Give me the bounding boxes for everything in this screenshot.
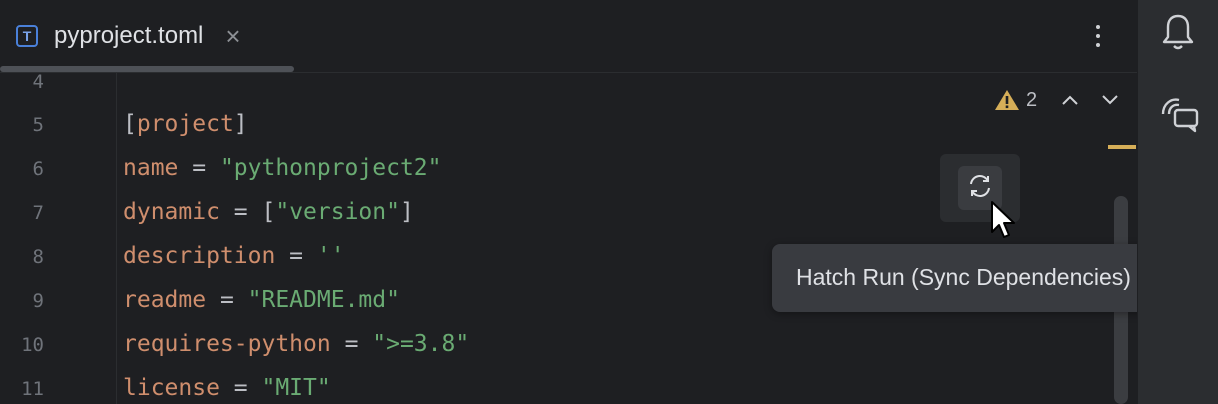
tab-title: pyproject.toml bbox=[54, 22, 204, 49]
chevron-down-icon[interactable] bbox=[1100, 92, 1120, 113]
toml-string: "version" bbox=[275, 199, 400, 225]
bell-icon[interactable] bbox=[1161, 12, 1195, 57]
code-line-6: name = "pythonproject2" bbox=[123, 155, 442, 181]
equals-sign: = bbox=[219, 199, 262, 225]
editor-area: T pyproject.toml × 4 5 6 7 8 9 10 11 [pr… bbox=[0, 0, 1216, 404]
code-line-9: readme = "README.md" bbox=[123, 287, 400, 313]
gutter-divider bbox=[116, 73, 117, 404]
code-line-10: requires-python = ">=3.8" bbox=[123, 331, 469, 357]
equals-sign: = bbox=[206, 287, 248, 313]
equals-sign: = bbox=[178, 155, 220, 181]
line-number: 8 bbox=[32, 246, 44, 268]
toml-string: "MIT" bbox=[261, 375, 331, 401]
equals-sign: = bbox=[330, 331, 373, 357]
toml-key: requires-python bbox=[123, 331, 331, 357]
toml-key: description bbox=[123, 243, 276, 269]
section-name: project bbox=[136, 111, 234, 137]
warning-count: 2 bbox=[1026, 88, 1038, 111]
toml-key: license bbox=[123, 375, 220, 401]
warning-icon bbox=[994, 88, 1020, 112]
line-number-gutter: 4 5 6 7 8 9 10 11 bbox=[0, 71, 118, 404]
right-tool-window-bar bbox=[1137, 0, 1218, 404]
line-number: 10 bbox=[21, 334, 44, 356]
inspection-widget[interactable]: 2 bbox=[994, 88, 1037, 112]
equals-sign: = bbox=[219, 375, 262, 401]
bracket: ] bbox=[399, 199, 414, 225]
toml-string: "pythonproject2" bbox=[219, 155, 442, 181]
chevron-up-icon[interactable] bbox=[1060, 92, 1080, 113]
line-number: 5 bbox=[32, 114, 44, 136]
line-number: 9 bbox=[32, 290, 44, 312]
code-line-5: [project] bbox=[123, 111, 248, 137]
mouse-pointer-icon bbox=[988, 200, 1018, 247]
editor-tab-bar: T pyproject.toml × bbox=[0, 0, 1137, 73]
tooltip-text: Hatch Run (Sync Dependencies) bbox=[796, 264, 1131, 290]
toml-file-icon: T bbox=[16, 25, 38, 47]
code-line-7: dynamic = ["version"] bbox=[123, 199, 414, 225]
equals-sign: = bbox=[275, 243, 317, 269]
bracket: [ bbox=[123, 111, 137, 137]
more-vertical-icon[interactable] bbox=[1084, 18, 1112, 54]
line-number: 4 bbox=[32, 71, 44, 93]
code-line-8: description = '' bbox=[123, 243, 345, 269]
tab-scroll-indicator bbox=[0, 66, 294, 72]
line-number: 7 bbox=[32, 202, 44, 224]
warning-stripe-mark[interactable] bbox=[1108, 145, 1136, 149]
line-number: 11 bbox=[21, 378, 44, 400]
toml-string: ">=3.8" bbox=[372, 331, 470, 357]
tab-pyproject-toml[interactable]: T pyproject.toml × bbox=[0, 0, 241, 72]
toml-key: dynamic bbox=[123, 199, 220, 225]
toml-key: readme bbox=[123, 287, 207, 313]
toml-string: "README.md" bbox=[247, 287, 400, 313]
toml-string: '' bbox=[316, 243, 345, 269]
bracket: [ bbox=[261, 199, 276, 225]
ai-chat-icon[interactable] bbox=[1159, 94, 1203, 139]
bracket: ] bbox=[233, 111, 248, 137]
code-line-11: license = "MIT" bbox=[123, 375, 331, 401]
toml-key: name bbox=[123, 155, 179, 181]
line-number: 6 bbox=[32, 158, 44, 180]
close-icon[interactable]: × bbox=[225, 23, 240, 49]
